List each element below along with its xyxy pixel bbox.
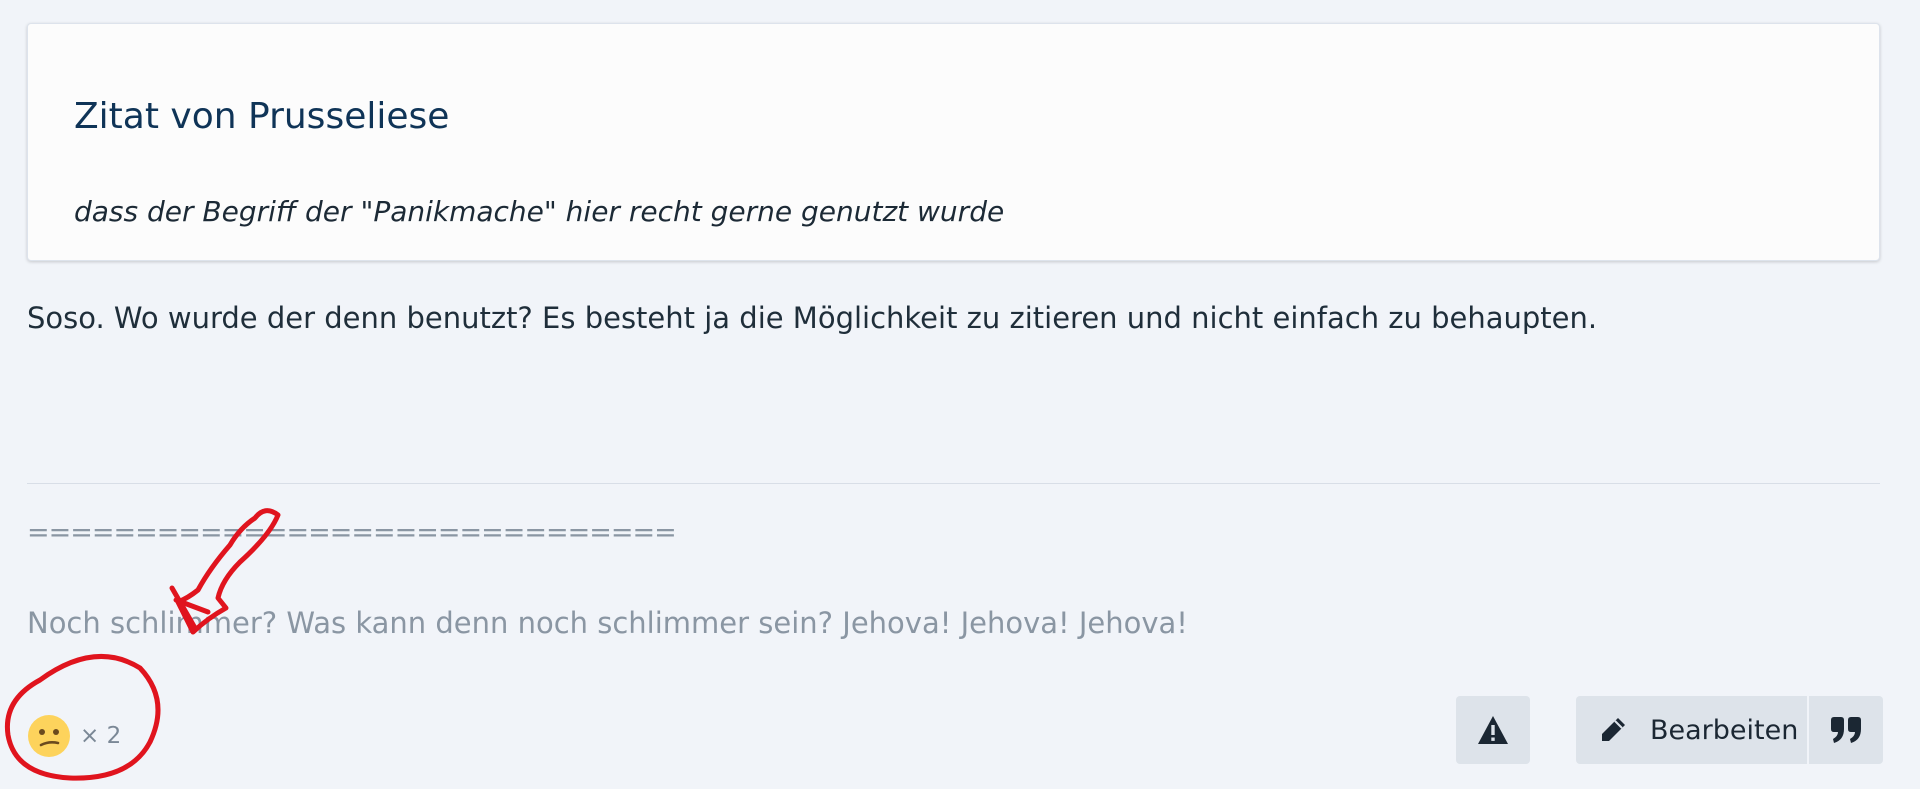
signature-separator: ============================== <box>27 517 677 548</box>
quote-text: dass der Begriff der "Panikmache" hier r… <box>74 195 1005 228</box>
reaction-count: × 2 <box>80 723 122 749</box>
edit-button[interactable]: Bearbeiten <box>1576 696 1807 764</box>
edit-button-label: Bearbeiten <box>1650 714 1799 746</box>
confused-face-icon <box>28 715 70 757</box>
warning-icon <box>1478 716 1508 744</box>
quote-button[interactable] <box>1809 696 1883 764</box>
quote-title[interactable]: Zitat von Prusseliese <box>74 96 449 137</box>
forum-post: Zitat von Prusseliese dass der Begriff d… <box>27 0 1883 789</box>
quote-block: Zitat von Prusseliese dass der Begriff d… <box>27 23 1880 261</box>
quote-icon <box>1831 717 1861 743</box>
signature-divider <box>27 483 1880 484</box>
pencil-icon <box>1602 718 1625 741</box>
signature-text: Noch schlimmer? Was kann denn noch schli… <box>27 606 1188 640</box>
post-message: Soso. Wo wurde der denn benutzt? Es best… <box>27 301 1598 335</box>
reaction-summary[interactable]: × 2 <box>27 713 121 759</box>
report-button[interactable] <box>1456 696 1530 764</box>
